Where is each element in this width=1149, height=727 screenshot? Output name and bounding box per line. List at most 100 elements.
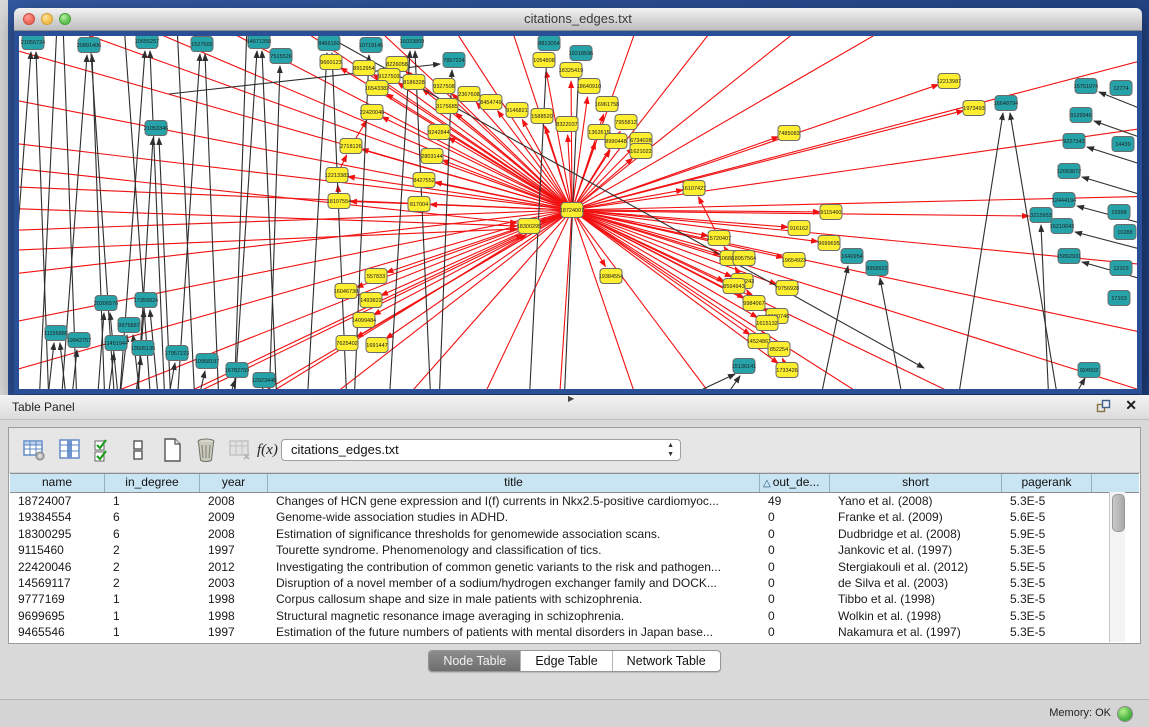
network-node[interactable]: 12774 — [1110, 81, 1132, 96]
cell-pagerank[interactable]: 5.5E-5 — [1002, 559, 1092, 575]
network-node[interactable]: 79756928 — [775, 281, 799, 296]
cell-title[interactable]: Investigating the contribution of common… — [268, 559, 760, 575]
table-row[interactable]: 1938455462009Genome-wide association stu… — [10, 509, 1139, 525]
network-node[interactable]: 12213383 — [325, 168, 349, 183]
cell-short[interactable]: de Silva et al. (2003) — [830, 575, 1002, 591]
network-node[interactable]: 7625402 — [336, 336, 358, 351]
column-header-short[interactable]: short — [830, 474, 1002, 492]
network-node[interactable]: 15720407 — [707, 231, 731, 246]
network-node[interactable]: 18640910 — [577, 79, 601, 94]
network-node[interactable]: 8322037 — [556, 117, 578, 132]
cell-short[interactable]: Hescheler et al. (1997) — [830, 641, 1002, 642]
network-node[interactable]: 16782759 — [225, 363, 249, 378]
cell-name[interactable]: 9465546 — [10, 624, 105, 640]
cell-year[interactable]: 1997 — [200, 641, 268, 642]
cell-short[interactable]: Franke et al. (2009) — [830, 509, 1002, 525]
citation-edge-black[interactable] — [307, 53, 327, 389]
network-node[interactable]: 11156889 — [44, 326, 68, 341]
network-node[interactable]: 9327508 — [433, 79, 455, 94]
network-node[interactable]: 15751074 — [1074, 79, 1098, 94]
network-node[interactable]: 18325419 — [559, 63, 583, 78]
network-node[interactable]: 12093872 — [1057, 164, 1081, 179]
network-node[interactable]: 19654923 — [782, 253, 806, 268]
network-node[interactable]: 16648794 — [994, 96, 1018, 111]
cell-in_degree[interactable]: 2 — [105, 559, 200, 575]
citation-edge-black[interactable] — [177, 36, 195, 389]
network-node[interactable]: 2367608 — [458, 87, 480, 102]
citation-edge-black[interactable] — [1069, 378, 1085, 389]
cell-pagerank[interactable]: 5.3E-5 — [1002, 624, 1092, 640]
cell-pagerank[interactable]: 5.9E-5 — [1002, 526, 1092, 542]
table-row[interactable]: 969969511998Structural magnetic resonanc… — [10, 608, 1139, 624]
network-node[interactable]: 9984067 — [743, 296, 765, 311]
network-node[interactable]: 9975887 — [118, 318, 140, 333]
network-node[interactable]: 15136141 — [732, 359, 756, 374]
cell-out_de[interactable]: 0 — [760, 509, 830, 525]
cell-in_degree[interactable]: 2 — [105, 575, 200, 591]
network-node[interactable]: 2803144 — [421, 149, 443, 164]
network-node[interactable]: 15998 — [1108, 205, 1130, 220]
citation-edge-red[interactable] — [399, 210, 572, 389]
cell-out_de[interactable]: 0 — [760, 591, 830, 607]
scrollbar-thumb[interactable] — [1112, 494, 1125, 532]
citation-edge-red[interactable] — [19, 208, 517, 226]
cell-title[interactable]: Tourette syndrome. Phenomenology and cla… — [268, 542, 760, 558]
network-node[interactable]: 10719145 — [359, 38, 383, 53]
cell-out_de[interactable]: 0 — [760, 624, 830, 640]
network-node[interactable]: 17103 — [1108, 291, 1130, 306]
cell-in_degree[interactable]: 6 — [105, 509, 200, 525]
cell-name[interactable]: 9463627 — [10, 641, 105, 642]
function-builder-icon[interactable]: f(x) — [257, 437, 283, 463]
cell-year[interactable]: 1997 — [200, 624, 268, 640]
network-node[interactable]: 3175685 — [436, 99, 458, 114]
network-node[interactable]: 17957223 — [165, 346, 189, 361]
column-header-year[interactable]: year — [200, 474, 268, 492]
network-node[interactable]: 8466160 — [318, 36, 340, 51]
cell-pagerank[interactable]: 5.6E-5 — [1002, 509, 1092, 525]
citation-edge-black[interactable] — [257, 388, 263, 389]
cell-in_degree[interactable]: 6 — [105, 526, 200, 542]
citation-edge-black[interactable] — [167, 363, 175, 389]
network-node[interactable]: 10958197 — [195, 354, 219, 369]
network-node[interactable]: 19942757 — [67, 333, 91, 348]
network-node[interactable]: 9242844 — [428, 125, 450, 140]
cell-year[interactable]: 2008 — [200, 526, 268, 542]
table-options-icon[interactable] — [21, 437, 47, 463]
network-node[interactable]: 10288 — [1114, 225, 1136, 240]
column-header-pagerank[interactable]: pagerank — [1002, 474, 1092, 492]
cell-out_de[interactable]: 0 — [760, 575, 830, 591]
network-node[interactable]: 8186328 — [403, 75, 425, 90]
network-canvas[interactable]: 2105572420891406106552571527602146713587… — [19, 36, 1137, 389]
network-node[interactable]: 16107427 — [682, 181, 706, 196]
network-node[interactable]: 21055724 — [21, 36, 45, 50]
cell-title[interactable]: Changes of HCN gene expression and I(f) … — [268, 493, 760, 509]
citation-edge-red[interactable] — [19, 210, 572, 376]
cell-in_degree[interactable]: 1 — [105, 591, 200, 607]
cell-year[interactable]: 2009 — [200, 509, 268, 525]
tab-edge-table[interactable]: Edge Table — [521, 651, 612, 671]
citation-edge-red[interactable] — [572, 56, 1137, 210]
network-node[interactable]: 18300295 — [517, 219, 541, 234]
cell-in_degree[interactable]: 1 — [105, 493, 200, 509]
citation-edge-red[interactable] — [448, 138, 572, 210]
network-node[interactable]: 16210643 — [1050, 219, 1074, 234]
network-node[interactable]: 7515526 — [270, 49, 292, 64]
cell-year[interactable]: 1997 — [200, 542, 268, 558]
network-node[interactable]: 1973493 — [963, 101, 985, 116]
network-node[interactable]: 22420046 — [360, 105, 384, 120]
cell-year[interactable]: 2008 — [200, 493, 268, 509]
cell-short[interactable]: Stergiakouli et al. (2012) — [830, 559, 1002, 575]
network-node[interactable]: 21053346 — [144, 121, 168, 136]
network-node[interactable]: 2718126 — [340, 139, 362, 154]
network-node[interactable]: 19218596 — [569, 46, 593, 61]
cell-short[interactable]: Dudbridge et al. (2008) — [830, 526, 1002, 542]
network-node[interactable]: 9146821 — [506, 103, 528, 118]
table-row[interactable]: 1830029562008Estimation of significance … — [10, 526, 1139, 542]
network-node[interactable]: 916162 — [788, 221, 810, 236]
network-node[interactable]: 19384554 — [599, 269, 623, 284]
cell-in_degree[interactable]: 1 — [105, 641, 200, 642]
table-row[interactable]: 911546021997Tourette syndrome. Phenomeno… — [10, 542, 1139, 558]
column-header-title[interactable]: title — [268, 474, 760, 492]
network-node[interactable]: 1588520 — [531, 109, 553, 124]
float-panel-icon[interactable] — [1096, 399, 1111, 414]
